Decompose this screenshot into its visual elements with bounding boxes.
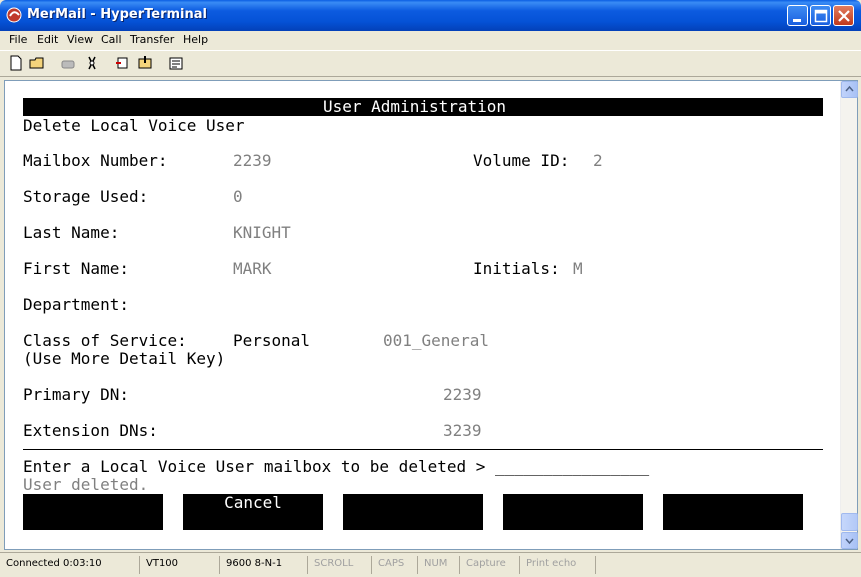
softkey-3[interactable]	[343, 494, 483, 530]
scroll-thumb[interactable]	[841, 513, 858, 531]
status-caps: CAPS	[374, 556, 418, 574]
scroll-up-button[interactable]	[841, 81, 858, 98]
screen-title: Delete Local Voice User	[23, 116, 245, 135]
class-of-service-value: 001_General	[383, 331, 489, 350]
menu-view[interactable]: View	[67, 33, 93, 46]
vertical-scrollbar[interactable]	[840, 81, 858, 549]
status-num: NUM	[420, 556, 460, 574]
open-icon[interactable]	[29, 55, 45, 71]
last-name-label: Last Name:	[23, 223, 120, 242]
terminal-window[interactable]: User Administration Delete Local Voice U…	[4, 80, 858, 550]
softkey-cancel-label: Cancel	[224, 493, 282, 512]
receive-icon[interactable]	[137, 55, 153, 71]
menu-help[interactable]: Help	[183, 33, 208, 46]
status-message: User deleted.	[23, 475, 149, 494]
properties-icon[interactable]	[168, 55, 184, 71]
softkey-4[interactable]	[503, 494, 643, 530]
primary-dn-label: Primary DN:	[23, 385, 129, 404]
storage-label: Storage Used:	[23, 187, 149, 206]
menu-bar: File Edit View Call Transfer Help	[0, 31, 861, 50]
class-of-service-type: Personal	[233, 331, 311, 350]
initials-label: Initials:	[473, 259, 560, 278]
header-bar: User Administration	[23, 98, 823, 116]
extension-dns-value: 3239	[443, 421, 482, 440]
volume-label: Volume ID:	[473, 151, 570, 170]
divider	[23, 449, 823, 450]
window-title: MerMail - HyperTerminal	[27, 7, 207, 22]
mailbox-value: 2239	[233, 151, 272, 170]
storage-value: 0	[233, 187, 243, 206]
class-of-service-label: Class of Service:	[23, 331, 187, 350]
status-capture: Capture	[462, 556, 520, 574]
maximize-icon	[814, 9, 828, 23]
arrow-up-icon	[845, 85, 854, 92]
last-name-value: KNIGHT	[233, 223, 291, 242]
extension-dns-label: Extension DNs:	[23, 421, 158, 440]
softkey-1[interactable]	[23, 494, 163, 530]
status-connected: Connected 0:03:10	[2, 556, 140, 574]
volume-value: 2	[593, 151, 603, 170]
minimize-icon	[793, 19, 801, 22]
screen-header: User Administration	[323, 97, 507, 116]
first-name-value: MARK	[233, 259, 272, 278]
status-bar: Connected 0:03:10 VT100 9600 8-N-1 SCROL…	[0, 552, 861, 577]
status-scroll: SCROLL	[310, 556, 372, 574]
first-name-label: First Name:	[23, 259, 129, 278]
close-icon	[838, 10, 850, 22]
toolbar	[0, 50, 861, 77]
arrow-down-icon	[845, 538, 854, 545]
mailbox-label: Mailbox Number:	[23, 151, 168, 170]
softkey-5[interactable]	[663, 494, 803, 530]
initials-value: M	[573, 259, 583, 278]
scroll-down-button[interactable]	[841, 532, 858, 549]
status-settings: 9600 8-N-1	[222, 556, 308, 574]
menu-file[interactable]: File	[9, 33, 27, 46]
maximize-button[interactable]	[810, 5, 831, 26]
softkey-cancel[interactable]: Cancel	[183, 494, 323, 530]
terminal-screen[interactable]: User Administration Delete Local Voice U…	[18, 89, 841, 549]
delete-prompt[interactable]: Enter a Local Voice User mailbox to be d…	[23, 458, 649, 476]
send-icon[interactable]	[115, 55, 131, 71]
new-connection-icon[interactable]	[8, 55, 24, 71]
department-label: Department:	[23, 295, 129, 314]
hyperterminal-app-icon[interactable]	[6, 7, 23, 23]
menu-call[interactable]: Call	[101, 33, 122, 46]
primary-dn-value: 2239	[443, 385, 482, 404]
minimize-button[interactable]	[787, 5, 808, 26]
menu-edit[interactable]: Edit	[37, 33, 58, 46]
title-bar[interactable]: MerMail - HyperTerminal	[0, 0, 861, 31]
menu-transfer[interactable]: Transfer	[130, 33, 174, 46]
class-of-service-hint: (Use More Detail Key)	[23, 349, 226, 368]
call-icon[interactable]	[60, 55, 76, 71]
close-button[interactable]	[833, 5, 854, 26]
status-emulation: VT100	[142, 556, 220, 574]
disconnect-icon[interactable]	[84, 55, 100, 71]
status-print-echo: Print echo	[522, 556, 596, 574]
